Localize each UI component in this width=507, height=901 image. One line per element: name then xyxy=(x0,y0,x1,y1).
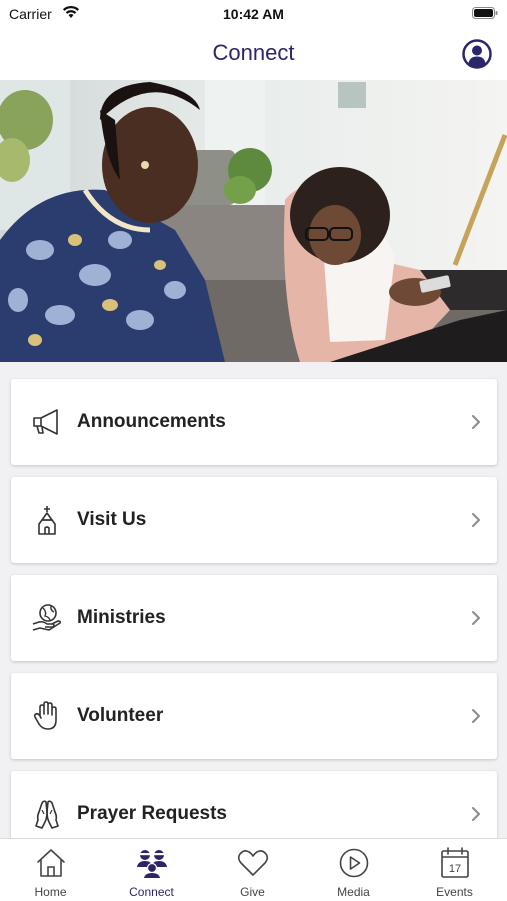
menu-label: Ministries xyxy=(77,607,166,628)
volunteer-row[interactable]: Volunteer xyxy=(11,673,497,759)
menu-label: Announcements xyxy=(77,411,226,432)
visit-us-row[interactable]: Visit Us xyxy=(11,477,497,563)
chevron-right-icon xyxy=(472,415,480,429)
announcements-row[interactable]: Announcements xyxy=(11,379,497,465)
nav-bar: Connect xyxy=(0,28,507,80)
tab-media[interactable]: Media xyxy=(303,839,404,901)
status-time: 10:42 AM xyxy=(223,6,284,22)
calendar-day: 17 xyxy=(449,863,461,875)
tab-label: Home xyxy=(34,885,67,899)
tab-label: Give xyxy=(240,885,265,899)
tab-label: Media xyxy=(337,885,370,899)
menu-label: Volunteer xyxy=(77,705,164,726)
tab-connect[interactable]: Connect xyxy=(101,839,202,901)
church-icon xyxy=(38,506,56,535)
praying-hands-icon xyxy=(35,800,59,829)
tab-home[interactable]: Home xyxy=(0,839,101,901)
people-icon xyxy=(137,850,167,878)
chevron-right-icon xyxy=(472,611,480,625)
hero-image xyxy=(0,80,507,362)
play-icon xyxy=(339,848,369,878)
chevron-right-icon xyxy=(472,807,480,821)
menu-label: Prayer Requests xyxy=(77,803,227,824)
tab-label: Connect xyxy=(129,885,174,899)
tab-give[interactable]: Give xyxy=(202,839,303,901)
chevron-right-icon xyxy=(472,709,480,723)
chevron-right-icon xyxy=(472,513,480,527)
tab-label: Events xyxy=(436,885,473,899)
battery-icon xyxy=(472,7,498,19)
page-title: Connect xyxy=(212,40,295,65)
tab-events[interactable]: 17 Events xyxy=(404,839,505,901)
status-bar: Carrier 10:42 AM xyxy=(0,0,507,28)
home-icon xyxy=(37,849,65,877)
profile-icon[interactable] xyxy=(462,39,492,69)
ministries-row[interactable]: Ministries xyxy=(11,575,497,661)
menu-list: Announcements Visit Us Ministries Volunt… xyxy=(0,362,507,838)
tab-bar: Home Connect Give Media 17 Events xyxy=(0,838,507,901)
menu-label: Visit Us xyxy=(77,509,147,530)
globe-hand-icon xyxy=(32,604,62,631)
raised-hand-icon xyxy=(33,701,57,730)
megaphone-icon xyxy=(33,409,58,435)
prayer-requests-row[interactable]: Prayer Requests xyxy=(11,771,497,838)
heart-icon xyxy=(237,850,269,876)
calendar-icon: 17 xyxy=(441,847,469,878)
